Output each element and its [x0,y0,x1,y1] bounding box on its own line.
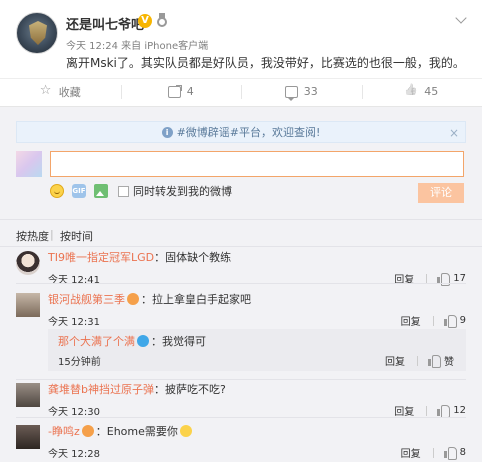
commenter-name[interactable]: TI9唯一指定冠军LGD [48,251,154,264]
like-button[interactable]: 45 [361,79,482,104]
sort-tabs: 按热度 | 按时间 [0,219,482,247]
post-text: 离开Mski了。其实队员都是好队员，我没带好，比赛选的也很一般，我的。 [66,56,465,70]
info-icon: i [161,126,173,138]
repost-icon [167,84,182,98]
emoji-icon [81,425,94,437]
gif-icon[interactable]: GIF [72,184,86,198]
author-name[interactable]: 还是叫七爷吧 [66,14,144,33]
comment-count: 33 [303,85,318,98]
tab-sort-time[interactable]: 按时间 [60,228,93,244]
comment-actions: 回复 12 [394,403,466,418]
star-icon [40,83,53,98]
weibo-post: 还是叫七爷吧 V 今天 12:24 来自 iPhone客户端 离开Mski了。其… [0,0,482,102]
thumbs-up-icon[interactable] [443,447,457,460]
comment-like-count[interactable]: 9 [460,315,466,326]
commenter-avatar[interactable] [16,383,40,407]
medal-icon[interactable] [156,13,168,28]
commenter-name[interactable]: 龚堆替b神挡过原子弹 [48,383,154,396]
close-icon[interactable]: × [449,126,459,140]
commenter-name[interactable]: 银河战舰第三季 [48,293,125,306]
comment-time: 今天 12:28 [48,449,100,460]
comment-text: Ehome需要你 [106,425,178,438]
thumbs-up-icon [405,86,418,98]
comment-input[interactable] [50,151,464,177]
comment-text: 我觉得可 [162,335,206,348]
comment-actions: 回复 赞 [385,353,454,368]
comment-body: 银河战舰第三季 ：拉上拿皇白手起家吧 [48,293,251,307]
comment-body: -睁鸣z ：Ehome需要你 [48,425,194,439]
comment-actions: 回复 8 [401,445,466,460]
comment-text: 固体缺个教练 [165,251,232,264]
comment-like-count[interactable]: 赞 [444,353,454,368]
emoji-icon [179,425,192,437]
composer-toolbar: GIF 同时转发到我的微博 [50,182,232,200]
reply-button[interactable]: 回复 [401,445,421,460]
chevron-down-icon[interactable] [456,14,466,24]
comment-like-count[interactable]: 8 [460,447,466,458]
also-repost-checkbox[interactable] [118,185,129,197]
like-count: 45 [424,85,439,98]
notice-text[interactable]: #微博辟谣#平台，欢迎查阅! [177,124,321,140]
verified-badge-icon[interactable]: V [138,14,152,28]
comment-text: 披萨吃不吃? [164,383,226,396]
favorite-label: 收藏 [58,85,81,99]
sort-separator: | [50,228,54,241]
favorite-button[interactable]: 收藏 [0,79,121,104]
also-repost-label: 同时转发到我的微博 [133,185,232,198]
thumbs-up-icon[interactable] [437,405,451,418]
comment-actions: 回复 9 [401,313,466,328]
comment-body: TI9唯一指定冠军LGD：固体缺个教练 [48,251,231,265]
comment-like-count[interactable]: 12 [453,405,466,416]
comment-text: 拉上拿皇白手起家吧 [152,293,251,306]
commenter-avatar[interactable] [16,293,40,317]
commenter-name[interactable]: -睁鸣z [48,425,80,438]
reply-button[interactable]: 回复 [394,403,414,418]
emoji-icon [137,335,149,347]
comment-separator: ： [151,335,162,348]
comment-separator: ： [153,383,165,396]
comment-separator: ： [154,251,166,264]
repost-count: 4 [186,85,194,98]
tab-sort-hot[interactable]: 按热度 [16,228,49,244]
post-actions: 收藏 4 33 45 [0,78,482,104]
reply-button[interactable]: 回复 [385,353,405,368]
comment-time: 今天 12:31 [48,317,100,328]
emoji-icon[interactable] [50,184,64,198]
shield-logo-icon [29,21,47,45]
commenter-name[interactable]: 那个大满了个满 [58,335,135,348]
post-meta: 今天 12:24 来自 iPhone客户端 [66,41,209,52]
comment-button[interactable]: 33 [241,79,362,104]
comment-separator: ： [95,425,107,438]
commenter-avatar[interactable] [16,251,40,275]
thumbs-up-icon[interactable] [443,315,457,328]
sub-reply: 那个大满了个满 ：我觉得可 15分钟前 回复 赞 [48,329,466,371]
comment-icon [284,85,298,101]
reply-button[interactable]: 回复 [401,313,421,328]
my-avatar [16,151,42,177]
author-avatar[interactable] [16,12,58,54]
comment-body: 龚堆替b神挡过原子弹：披萨吃不吃? [48,383,226,397]
notice-banner[interactable]: i #微博辟谣#平台，欢迎查阅! × [16,121,466,143]
repost-button[interactable]: 4 [120,79,242,104]
image-icon[interactable] [94,184,108,198]
comment-time: 15分钟前 [58,357,101,368]
commenter-avatar[interactable] [16,425,40,449]
comment-separator: ： [141,293,152,306]
thumbs-up-icon[interactable] [428,355,441,368]
comments-panel: i #微博辟谣#平台，欢迎查阅! × GIF 同时转发到我的微博 评论 按热度 … [0,106,482,462]
emoji-icon [127,293,139,305]
comment-time: 今天 12:30 [48,407,100,418]
comment-body: 那个大满了个满 ：我觉得可 [58,335,206,349]
submit-comment-button[interactable]: 评论 [418,183,464,203]
